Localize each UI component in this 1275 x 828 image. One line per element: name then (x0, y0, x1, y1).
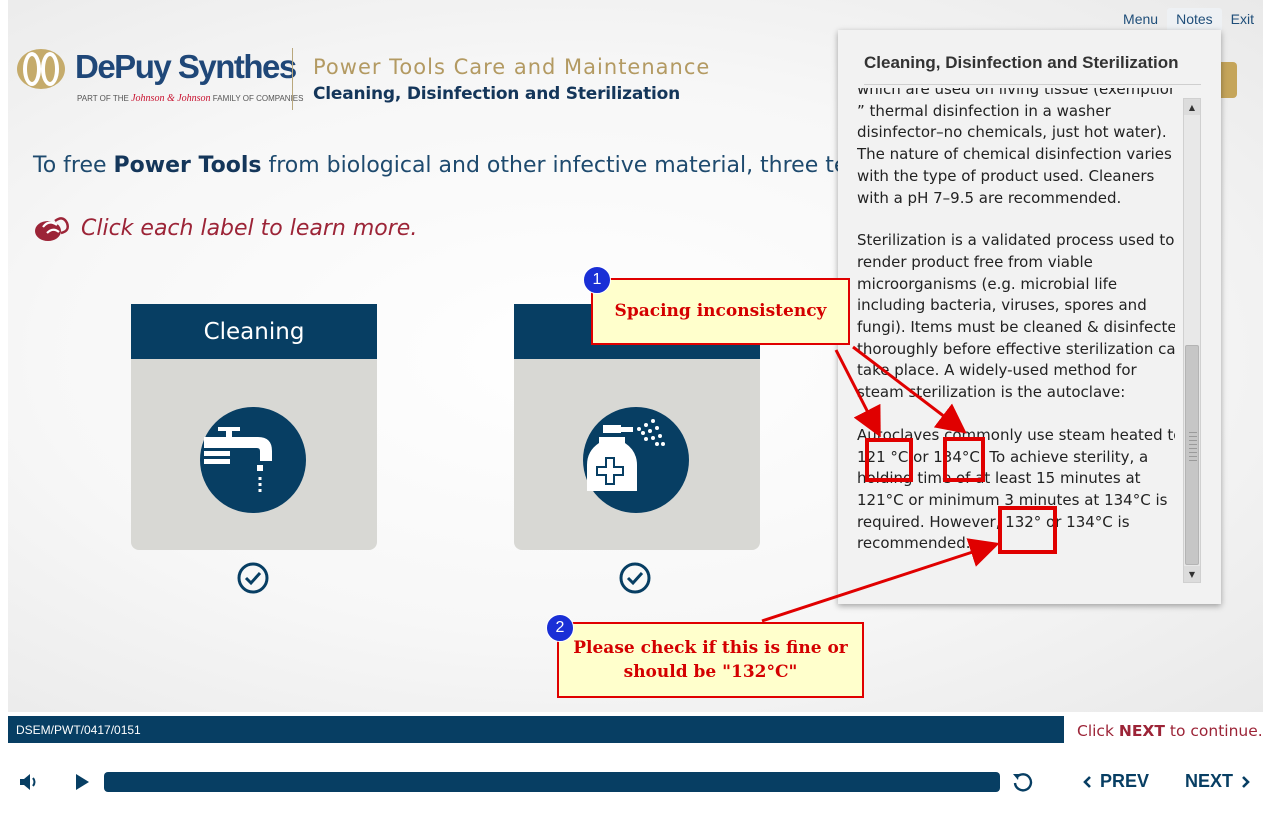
notes-line: thoroughly before effective sterilizatio… (857, 339, 1175, 358)
course-title: Power Tools Care and Maintenance (313, 55, 711, 79)
notes-line: with the type of product used. Cleaners (857, 166, 1155, 185)
faucet-icon (200, 407, 306, 513)
volume-icon[interactable] (18, 772, 40, 792)
callout-1-text: Spacing inconsistency (614, 301, 827, 321)
card-label[interactable]: Cleaning (131, 304, 377, 359)
continue-prefix: Click (1077, 722, 1119, 740)
brand-name: DePuy Synthes (75, 48, 297, 85)
exit-link[interactable]: Exit (1222, 8, 1263, 30)
spray-bottle-icon (583, 407, 689, 513)
notes-line: ” thermal disinfection in a washer (857, 101, 1111, 120)
slide-code: DSEM/PWT/0417/0151 (16, 723, 141, 737)
notes-line: The nature of chemical disinfection vari… (857, 145, 1172, 164)
course-subtitle: Cleaning, Disinfection and Sterilization (313, 84, 681, 104)
brand-tagline: PART OF THE Johnson & Johnson FAMILY OF … (77, 93, 303, 104)
prev-button[interactable]: PREV (1082, 771, 1149, 792)
notes-line: take place. A widely-used method for (857, 361, 1137, 380)
progress-bar[interactable] (104, 772, 1000, 792)
chevron-right-icon (1242, 775, 1250, 788)
continue-suffix: to continue. (1164, 722, 1263, 740)
notes-link[interactable]: Notes (1167, 8, 1222, 30)
notes-line: Sterilization is a validated process use… (857, 231, 1175, 250)
notes-text: which are used on living tissue (exempti… (857, 88, 1175, 555)
intro-prefix: To free (33, 153, 114, 178)
annotation-badge-1: 1 (583, 266, 611, 294)
notes-line: including bacteria, viruses, spores and (857, 296, 1147, 315)
menu-link[interactable]: Menu (1114, 8, 1167, 30)
callout-2-line1: Please check if this is fine or (573, 638, 848, 658)
instruction: Click each label to learn more. (33, 213, 417, 243)
annotation-badge-2: 2 (546, 614, 574, 642)
jnj-wordmark: Johnson & Johnson (131, 93, 211, 104)
notes-paragraph-gap (857, 404, 1175, 425)
notes-line: with a pH 7–9.5 are recommended. (857, 188, 1122, 207)
notes-title: Cleaning, Disinfection and Sterilization (864, 53, 1179, 72)
playback-controls: PREV NEXT (0, 760, 1275, 804)
chevron-left-icon (1083, 775, 1091, 788)
notes-line: microorganisms (e.g. microbial life (857, 274, 1118, 293)
annotation-callout-1: Spacing inconsistency (591, 278, 850, 345)
annotation-callout-2: Please check if this is fine or should b… (557, 622, 864, 698)
play-icon[interactable] (74, 772, 90, 792)
intro-suffix: from biological and other infective mate… (261, 153, 889, 178)
notes-line: render product free from viable (857, 252, 1093, 271)
depuy-synthes-logo: DePuy Synthes PART OF THE Johnson & John… (15, 46, 303, 112)
intro-text: To free Power Tools from biological and … (33, 153, 889, 178)
card-cleaning[interactable]: Cleaning (131, 304, 377, 550)
scroll-down-button[interactable]: ▼ (1184, 566, 1200, 582)
highlight-box (865, 438, 913, 482)
continue-bold: NEXT (1118, 722, 1165, 740)
check-circle-icon (619, 562, 651, 594)
prev-label: PREV (1100, 771, 1150, 791)
header-divider (292, 48, 293, 110)
notes-scrollbar[interactable]: ▲ ▼ (1183, 98, 1201, 583)
replay-icon[interactable] (1012, 771, 1034, 793)
notes-line: which are used on living tissue (exempti… (857, 88, 1175, 98)
pointer-hand-icon (35, 217, 69, 241)
check-circle-icon (237, 562, 269, 594)
continue-prompt: Click NEXT to continue. (1077, 722, 1263, 740)
scroll-thumb[interactable] (1185, 345, 1199, 565)
notes-paragraph-gap (857, 209, 1175, 230)
footer-bar: DSEM/PWT/0417/0151 (8, 716, 1064, 743)
notes-line: steam sterilization is the autoclave: (857, 383, 1126, 402)
brand-tagline-prefix: PART OF THE (77, 94, 129, 103)
notes-divider (864, 84, 1201, 85)
callout-2-line2: should be "132°C" (623, 662, 798, 682)
next-button[interactable]: NEXT (1185, 771, 1251, 792)
intro-bold: Power Tools (113, 153, 262, 178)
logo-mark-icon (17, 49, 65, 89)
highlight-box (943, 437, 985, 482)
brand-tagline-suffix: FAMILY OF COMPANIES (212, 94, 304, 103)
instruction-text: Click each label to learn more. (81, 215, 418, 241)
highlight-box (998, 506, 1057, 554)
notes-line: disinfector–no chemicals, just hot water… (857, 123, 1167, 142)
scroll-up-button[interactable]: ▲ (1184, 99, 1200, 115)
notes-line: fungi). Items must be cleaned & disinfec… (857, 318, 1175, 337)
top-navigation: Menu Notes Exit (1114, 8, 1263, 30)
next-label: NEXT (1185, 771, 1234, 791)
